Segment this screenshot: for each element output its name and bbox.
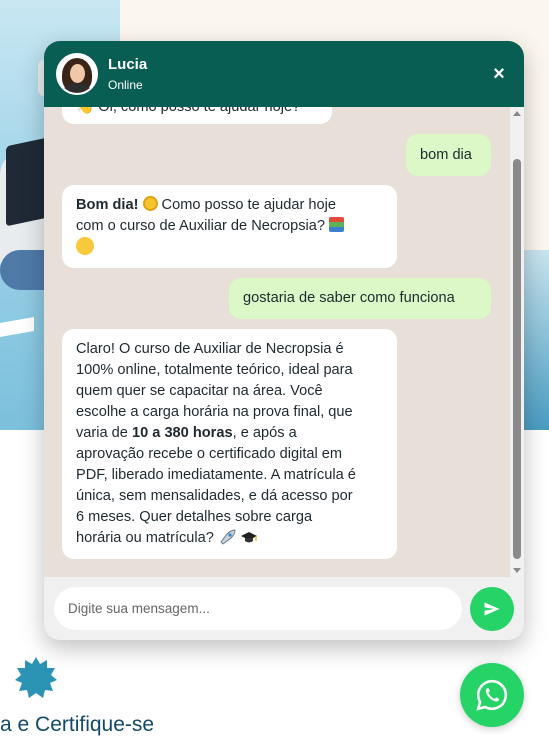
user-message: bom dia xyxy=(406,134,491,176)
message-scrollbar[interactable] xyxy=(510,107,524,577)
chat-header: Lucia Online × xyxy=(44,41,524,107)
agent-message: Claro! O curso de Auxiliar de Necropsia … xyxy=(62,329,397,559)
books-emoji-icon xyxy=(329,217,345,232)
close-icon[interactable]: × xyxy=(488,63,510,85)
sun-emoji-icon xyxy=(142,196,158,211)
chat-widget: Lucia Online × 👋 Oi, como posso te ajuda… xyxy=(44,41,524,640)
message-list: 👋 Oi, como posso te ajudar hoje? bom dia… xyxy=(44,107,510,577)
certificate-badge-icon xyxy=(15,657,57,698)
user-message: gostaria de saber como funciona xyxy=(229,278,491,319)
message-input[interactable] xyxy=(54,587,462,630)
scroll-thumb[interactable] xyxy=(513,159,521,559)
agent-status: Online xyxy=(108,77,143,92)
send-icon xyxy=(484,602,500,616)
input-bar xyxy=(44,577,524,640)
send-button[interactable] xyxy=(470,587,514,631)
section-heading: a e Certifique-se xyxy=(0,713,155,736)
scroll-down-icon[interactable] xyxy=(513,568,521,573)
agent-name: Lucia xyxy=(108,55,148,73)
smile-emoji-icon xyxy=(76,237,94,255)
graduation-cap-emoji-icon xyxy=(241,532,258,543)
rocket-emoji-icon xyxy=(218,529,236,545)
avatar xyxy=(56,53,98,95)
scroll-up-icon[interactable] xyxy=(513,111,521,116)
whatsapp-button[interactable] xyxy=(460,663,524,727)
agent-message: 👋 Oi, como posso te ajudar hoje? xyxy=(62,107,332,124)
agent-message: Bom dia! Como posso te ajudar hoje com o… xyxy=(62,185,397,268)
whatsapp-icon xyxy=(476,679,508,711)
hero-image-right xyxy=(520,250,549,430)
